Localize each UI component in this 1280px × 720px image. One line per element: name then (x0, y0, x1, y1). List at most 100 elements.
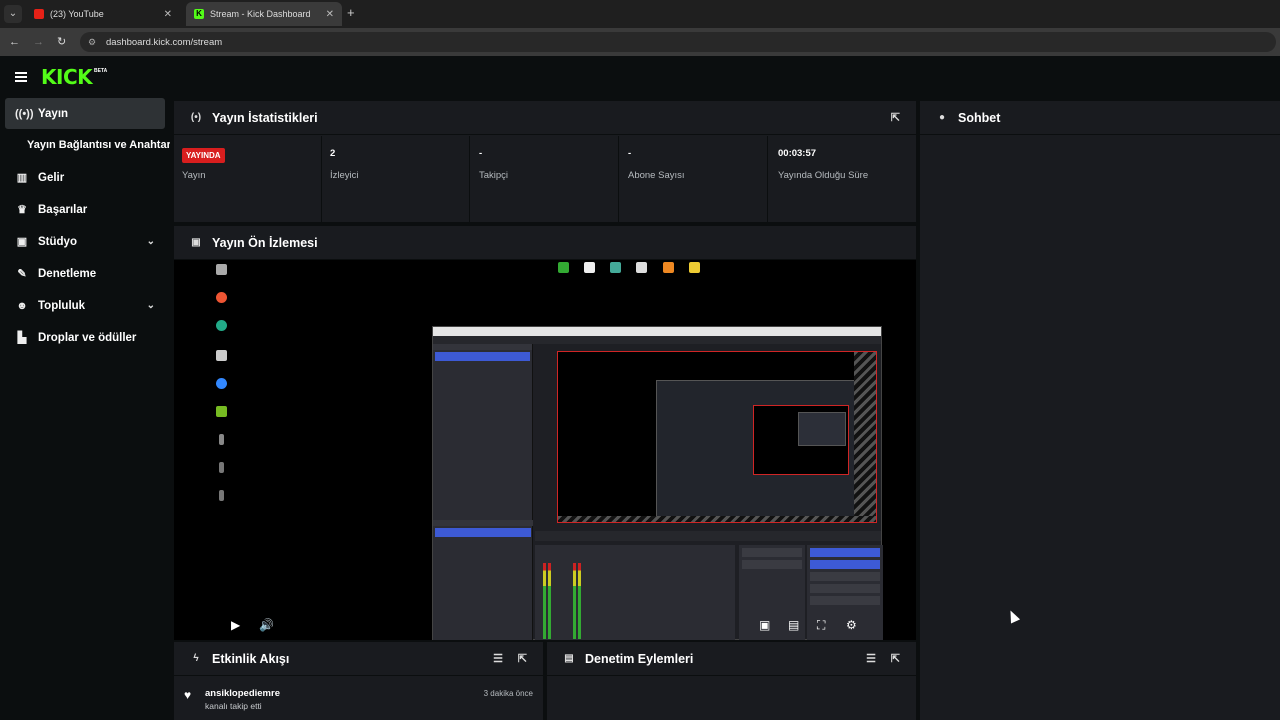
stat-value: - (628, 148, 632, 159)
desktop-icon (206, 406, 236, 419)
filter-icon[interactable]: ☰ (866, 652, 876, 665)
sidebar-item-gelir[interactable]: ▥ Gelir (5, 162, 165, 193)
stat-value: - (479, 148, 483, 159)
obs-nested-canvas (753, 405, 849, 475)
sidebar-item-label: Droplar ve ödüller (38, 331, 137, 344)
sidebar-item-studyo[interactable]: ▣ Stüdyo ⌄ (5, 226, 165, 257)
play-icon[interactable]: ▶ (231, 618, 240, 632)
close-icon[interactable]: ✕ (164, 9, 172, 20)
volume-icon[interactable]: 🔊 (259, 618, 274, 632)
obs-hatch-edge (854, 352, 876, 522)
obs-menubar (433, 336, 881, 344)
browser-tab-kick[interactable]: K Stream - Kick Dashboard ✕ (186, 2, 342, 26)
sidebar-item-label: Stüdyo (38, 235, 77, 248)
stat-label: İzleyici (330, 170, 359, 181)
panel-header: ▤ Denetim Eylemleri ☰ ⇱ (547, 642, 916, 676)
obs-dropdown (742, 560, 802, 569)
sidebar-item-droplar[interactable]: ▙ Droplar ve ödüller (5, 322, 165, 353)
sidebar-item-label: Başarılar (38, 203, 88, 216)
desktop-icon (206, 434, 236, 447)
obs-nested-window (656, 380, 856, 520)
obs-titlebar (433, 327, 881, 336)
stat-value: 2 (330, 148, 336, 159)
menu-icon[interactable] (15, 72, 27, 82)
gift-icon: ▙ (17, 332, 27, 344)
stat-value: 00:03:57 (778, 148, 817, 159)
kick-icon: K (194, 9, 204, 19)
event-username[interactable]: ansiklopediemre (205, 688, 280, 699)
chat-panel: ● Sohbet (920, 101, 1280, 720)
new-tab-button[interactable]: + (347, 6, 355, 20)
desktop-icon (679, 262, 709, 275)
kick-logo[interactable]: KICK (41, 67, 93, 87)
browser-toolbar: ← → ↻ ⚙ dashboard.kick.com/stream (0, 28, 1280, 56)
activity-feed-panel: ϟ Etkinlik Akışı ☰ ⇱ ♥ ansiklopediemre k… (174, 642, 543, 720)
obs-audio-mixer (535, 545, 735, 640)
popout-icon[interactable]: ⇱ (891, 652, 900, 665)
obs-source-toolbar (535, 531, 881, 541)
theater-mode-icon[interactable]: ▤ (788, 618, 799, 632)
forward-icon[interactable]: → (33, 35, 44, 49)
audio-meter (578, 563, 581, 639)
video-player[interactable]: ▶ 🔊 ▣ ▤ ⛶ ⚙ (174, 260, 916, 640)
popout-icon[interactable]: ⇱ (891, 111, 900, 124)
sidebar-item-basarilar[interactable]: ♛ Başarılar (5, 194, 165, 225)
event-timestamp: 3 dakika önce (483, 689, 533, 698)
desktop-icon (206, 320, 236, 333)
desktop-icon (206, 378, 236, 391)
site-info-icon[interactable]: ⚙ (88, 37, 98, 48)
panel-title: Yayın İstatistikleri (212, 110, 318, 125)
browser-tab-youtube[interactable]: (23) YouTube ✕ (26, 2, 180, 26)
tab-search-button[interactable]: ⌄ (4, 5, 22, 23)
beta-badge: BETA (94, 68, 108, 74)
heart-icon: ♥ (184, 688, 192, 702)
sidebar-item-denetleme[interactable]: ✎ Denetleme (5, 258, 165, 289)
obs-hatch-edge (558, 516, 876, 522)
audio-meter (543, 563, 546, 639)
stat-viewers: 2 İzleyici (322, 136, 470, 222)
stat-label: Yayında Olduğu Süre (778, 170, 869, 181)
obs-window-capture (432, 326, 883, 640)
tab-title: Stream - Kick Dashboard (210, 9, 311, 19)
audio-meter (548, 563, 551, 639)
close-icon[interactable]: ✕ (326, 9, 334, 20)
stat-label: Takipçi (479, 170, 509, 181)
fullscreen-icon[interactable]: ⛶ (817, 618, 825, 632)
preview-icon: ▣ (191, 237, 201, 248)
sidebar-item-topluluk[interactable]: ☻ Topluluk ⌄ (5, 290, 165, 321)
studio-icon: ▣ (16, 236, 28, 248)
popout-icon[interactable]: ⇱ (518, 652, 527, 665)
stat-uptime: 00:03:57 Yayında Olduğu Süre (770, 136, 918, 222)
document-icon: ▤ (564, 653, 574, 664)
reload-icon[interactable]: ↻ (57, 35, 66, 49)
chart-icon: ▥ (16, 172, 28, 184)
stream-preview-panel: ▣ Yayın Ön İzlemesi ▶ 🔊 ▣ ▤ ⛶ ⚙ (174, 226, 916, 640)
panel-title: Sohbet (958, 110, 1001, 125)
sidebar-item-stream-key[interactable]: Yayın Bağlantısı ve Anahtarı (27, 139, 170, 151)
stat-label: Yayın (182, 170, 206, 181)
pip-icon[interactable]: ▣ (759, 618, 770, 632)
obs-control-button (810, 560, 880, 569)
live-badge: YAYINDA (182, 148, 225, 163)
url-text: dashboard.kick.com/stream (106, 36, 223, 48)
desktop-icon (626, 262, 656, 275)
people-icon: ☻ (16, 299, 28, 312)
obs-preview-canvas (557, 351, 877, 523)
sidebar-item-label: Topluluk (38, 299, 86, 312)
youtube-icon (34, 9, 44, 19)
sidebar-item-label: Gelir (38, 171, 65, 184)
address-bar[interactable]: ⚙ dashboard.kick.com/stream (80, 32, 1276, 52)
back-icon[interactable]: ← (9, 35, 20, 49)
obs-selected-scene (435, 352, 530, 361)
trophy-icon: ♛ (17, 204, 27, 216)
sidebar-item-yayin[interactable]: ((•)) Yayın (5, 98, 165, 129)
settings-icon[interactable]: ⚙ (846, 618, 857, 632)
obs-panel-header (433, 520, 533, 526)
desktop-icon (206, 462, 236, 475)
stat-followers: - Takipçi (471, 136, 619, 222)
panel-header: (•) Yayın İstatistikleri ⇱ (174, 101, 916, 135)
stream-stats-panel: (•) Yayın İstatistikleri ⇱ YAYINDA Yayın… (174, 101, 916, 222)
chevron-down-icon: ⌄ (146, 300, 155, 311)
broadcast-icon: (•) (190, 112, 202, 123)
filter-icon[interactable]: ☰ (493, 652, 503, 665)
